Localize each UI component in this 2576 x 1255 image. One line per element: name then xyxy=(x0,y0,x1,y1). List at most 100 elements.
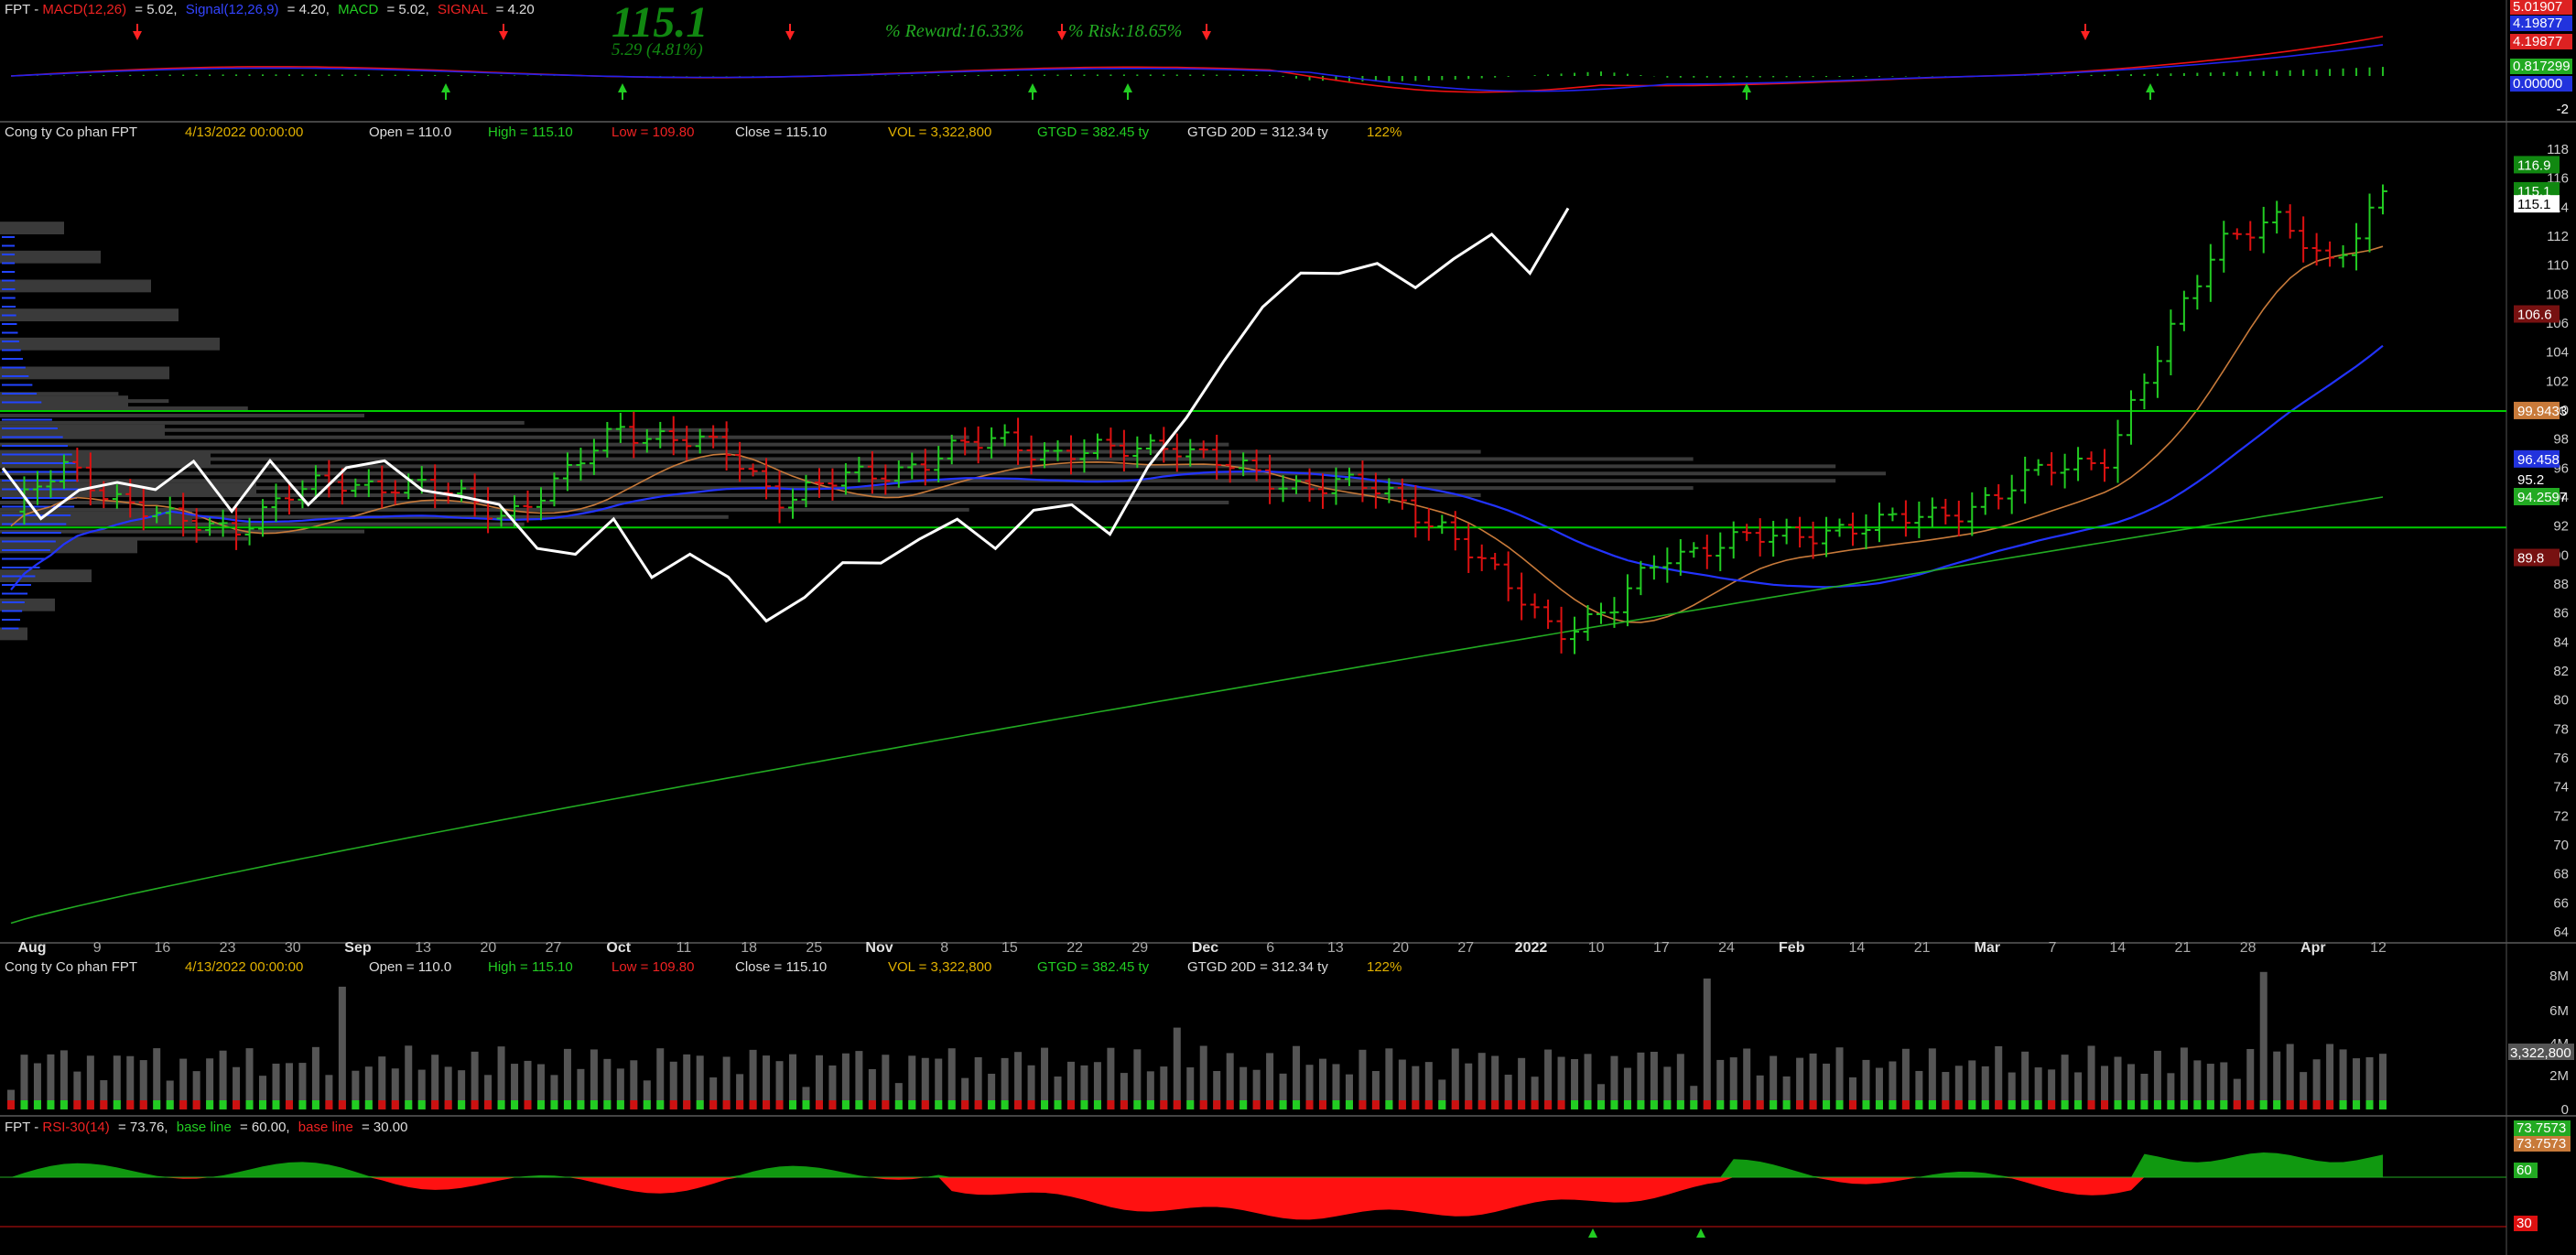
profile-tick xyxy=(2,557,46,560)
price-value-label: 95.2 xyxy=(2517,472,2544,488)
volume-bar-cap xyxy=(1981,1100,1989,1109)
profile-bar xyxy=(0,420,525,425)
volume-bar-cap xyxy=(1676,1100,1684,1109)
volume-bar-cap xyxy=(206,1100,214,1109)
volume-bar-cap xyxy=(1226,1100,1234,1109)
price-header-vol: VOL = 3,322,800 xyxy=(888,124,991,140)
time-label: 25 xyxy=(806,940,822,956)
volume-bar-cap xyxy=(1266,1100,1274,1109)
time-label: 8 xyxy=(940,940,948,956)
volume-bar-cap xyxy=(1133,1100,1142,1109)
macd2-label: MACD xyxy=(338,2,378,17)
volume-bar-cap xyxy=(2127,1100,2135,1109)
profile-tick xyxy=(2,236,16,238)
time-label: 21 xyxy=(2175,940,2192,956)
stock-chart[interactable]: FPT - MACD(12,26) = 5.02, Signal(12,26,9… xyxy=(0,0,2576,1255)
price-tick: 118 xyxy=(2547,142,2569,157)
volume-bar-cap xyxy=(2339,1100,2347,1109)
volume-bar-cap xyxy=(7,1100,15,1109)
time-label: 13 xyxy=(1327,940,1344,956)
volume-bar-cap xyxy=(47,1100,55,1109)
svg-text:0.817299: 0.817299 xyxy=(2513,59,2571,74)
volume-bar-cap xyxy=(1239,1100,1248,1109)
volume-bar-cap xyxy=(935,1100,943,1109)
volume-bar-cap xyxy=(2273,1100,2281,1109)
rsi-base1-value: = 60.00, xyxy=(240,1120,290,1135)
volume-bar-cap xyxy=(908,1100,916,1109)
volume-bar-cap xyxy=(763,1100,771,1109)
price-tick: 66 xyxy=(2553,895,2569,911)
time-label: 16 xyxy=(154,940,170,956)
volume-bar-cap xyxy=(2153,1100,2161,1109)
volume-bar-cap xyxy=(484,1100,492,1109)
signal-label: Signal(12,26,9) xyxy=(186,2,279,17)
volume-bar-cap xyxy=(1809,1100,1817,1109)
profile-tick xyxy=(2,436,63,438)
price-tick: 80 xyxy=(2553,693,2569,709)
volume-bar-cap xyxy=(1716,1100,1725,1109)
time-label: Dec xyxy=(1192,940,1218,956)
volume-bar-cap xyxy=(1690,1100,1698,1109)
volume-bar-cap xyxy=(789,1100,797,1109)
volume-bar-cap xyxy=(511,1100,519,1109)
profile-bar xyxy=(0,507,969,512)
volume-bar-cap xyxy=(2379,1100,2387,1109)
macd-axis-label: 0.00000 xyxy=(2510,76,2572,92)
time-label: 27 xyxy=(546,940,562,956)
volume-bar-cap xyxy=(2353,1100,2361,1109)
price-header-gtgd: GTGD = 382.45 ty xyxy=(1037,124,1150,140)
profile-tick xyxy=(2,610,23,612)
volume-bar-cap xyxy=(1066,1100,1075,1109)
volume-bar-cap xyxy=(1041,1100,1049,1109)
volume-bar-cap xyxy=(1398,1100,1406,1109)
time-label: 9 xyxy=(93,940,102,956)
volume-bar-cap xyxy=(563,1100,571,1109)
volume-bar-cap xyxy=(73,1100,81,1109)
volume-bar-cap xyxy=(2008,1100,2016,1109)
volume-bar-cap xyxy=(2259,1100,2268,1109)
volume-bar-cap xyxy=(603,1100,612,1109)
risk-text: % Risk:18.65% xyxy=(1068,21,1182,41)
time-label: 23 xyxy=(220,940,236,956)
price-tick: 108 xyxy=(2546,287,2569,302)
volume-bar-cap xyxy=(1835,1100,1844,1109)
volume-bar xyxy=(947,1048,956,1109)
profile-step xyxy=(0,308,179,321)
profile-bar xyxy=(0,500,1229,504)
time-label: Feb xyxy=(1779,940,1805,956)
volume-bar-cap xyxy=(1345,1100,1353,1109)
volume-bar-cap xyxy=(669,1100,677,1109)
volume-bar-cap xyxy=(841,1100,850,1109)
time-label: 21 xyxy=(1914,940,1931,956)
svg-text:106.6: 106.6 xyxy=(2517,308,2552,323)
volume-bar-cap xyxy=(656,1100,665,1109)
volume-bar-cap xyxy=(1173,1100,1181,1109)
volume-bar-cap xyxy=(1557,1100,1565,1109)
volume-bar-cap xyxy=(709,1100,718,1109)
profile-step xyxy=(0,337,220,351)
volume-bar-cap xyxy=(1160,1100,1168,1109)
macd-symbol: FPT xyxy=(5,2,30,17)
time-label: 10 xyxy=(1588,940,1605,956)
volume-bar-cap xyxy=(1213,1100,1221,1109)
volume-header-gtgd20: GTGD 20D = 312.34 ty xyxy=(1187,959,1328,975)
profile-tick xyxy=(2,575,36,578)
volume-bar-cap xyxy=(1424,1100,1433,1109)
volume-header-high: High = 115.10 xyxy=(488,959,573,975)
price-tick: 102 xyxy=(2546,373,2569,389)
rsi-header: FPT - RSI-30(14) = 73.76, base line = 60… xyxy=(5,1120,407,1135)
price-tick: 78 xyxy=(2553,721,2569,737)
volume-bar-cap xyxy=(1650,1100,1658,1109)
profile-tick xyxy=(2,532,61,534)
price-header-name: Cong ty Co phan FPT xyxy=(5,124,137,140)
time-label: 12 xyxy=(2370,940,2387,956)
volume-bar-cap xyxy=(1477,1100,1486,1109)
price-tick: 72 xyxy=(2553,808,2569,824)
price-tick: 92 xyxy=(2553,519,2569,535)
volume-bar-cap xyxy=(364,1100,373,1109)
volume-bar-cap xyxy=(139,1100,147,1109)
signal2-label: SIGNAL xyxy=(438,2,488,17)
volume-bar-cap xyxy=(524,1100,532,1109)
price-value-label: 99.9433 xyxy=(2514,401,2567,419)
profile-tick xyxy=(2,619,21,621)
